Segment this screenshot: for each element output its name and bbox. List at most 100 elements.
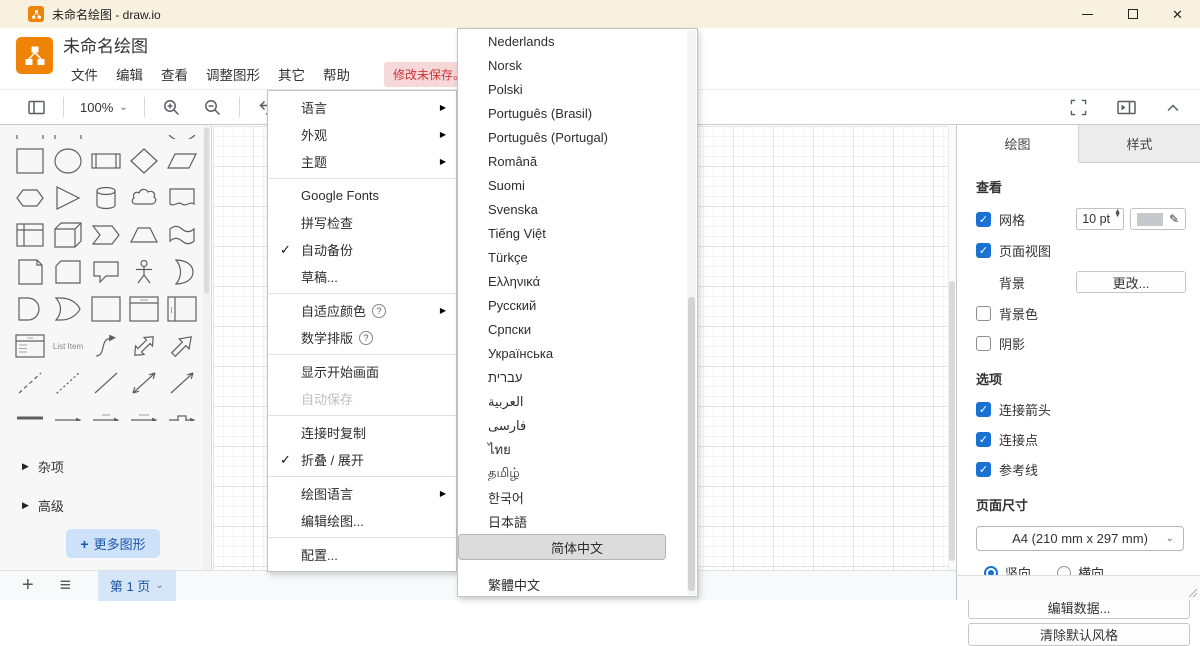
toggle-format-panel-button[interactable] xyxy=(1111,100,1142,115)
shape-frame[interactable] xyxy=(127,294,161,324)
menu-item-drafts[interactable]: 草稿... xyxy=(268,263,456,290)
shape-bidirectional-arrow[interactable] xyxy=(127,331,161,361)
language-item[interactable]: Suomi xyxy=(458,173,697,197)
shape-clipped[interactable] xyxy=(51,126,85,139)
shape-cloud[interactable] xyxy=(127,183,161,213)
option-checkbox[interactable]: ✓ xyxy=(976,462,991,477)
menu-item-adaptive-colors[interactable]: 自适应颜色?▶ xyxy=(268,297,456,324)
shape-curve[interactable] xyxy=(89,331,123,361)
language-item[interactable]: 简体中文 xyxy=(458,534,666,560)
language-item[interactable]: Norsk xyxy=(458,53,697,77)
shape-circle[interactable] xyxy=(51,146,85,176)
tab-diagram[interactable]: 绘图 xyxy=(957,125,1079,163)
stepper-icon[interactable]: ▲▼ xyxy=(1114,210,1121,218)
submenu-scrollbar[interactable] xyxy=(687,30,696,595)
menu-file[interactable]: 文件 xyxy=(71,64,98,84)
menu-arrange[interactable]: 调整图形 xyxy=(206,64,260,84)
zoom-select[interactable]: 100% ⌄ xyxy=(76,100,132,115)
shape-arrow-label[interactable] xyxy=(89,405,123,421)
palette-scrollbar[interactable] xyxy=(203,125,210,570)
menu-item-autosave[interactable]: 自动保存 xyxy=(268,385,456,412)
menu-item-theme[interactable]: 主题▶ xyxy=(268,148,456,175)
shape-parallelogram[interactable] xyxy=(165,146,199,176)
option-checkbox[interactable]: ✓ xyxy=(976,402,991,417)
language-item[interactable]: தமிழ் xyxy=(458,462,697,486)
collapse-toolbar-button[interactable] xyxy=(1160,103,1186,112)
scrollbar-thumb[interactable] xyxy=(949,281,955,561)
shape-trapezoid[interactable] xyxy=(127,220,161,250)
shape-dashed-line[interactable] xyxy=(13,368,47,398)
grid-checkbox[interactable]: ✓ xyxy=(976,212,991,227)
resize-grip-icon[interactable] xyxy=(1186,586,1198,598)
menu-view[interactable]: 查看 xyxy=(161,64,188,84)
shape-bidirectional-connector[interactable] xyxy=(127,368,161,398)
menu-item-spellcheck[interactable]: 拼写检查 xyxy=(268,209,456,236)
shape-document[interactable] xyxy=(165,183,199,213)
palette-section-advanced[interactable]: ▶ 高级 xyxy=(22,496,211,515)
shadow-checkbox[interactable] xyxy=(976,336,991,351)
fullscreen-button[interactable] xyxy=(1064,99,1093,116)
language-item[interactable]: 日本語 xyxy=(458,510,697,534)
shape-clipped[interactable] xyxy=(165,126,199,139)
shape-cylinder[interactable] xyxy=(89,183,123,213)
add-page-button[interactable]: + xyxy=(22,574,34,597)
menu-edit[interactable]: 编辑 xyxy=(116,64,143,84)
shape-container[interactable] xyxy=(89,294,123,324)
menu-item-copy-on-connect[interactable]: 连接时复制 xyxy=(268,419,456,446)
language-item[interactable]: فارسی xyxy=(458,414,697,438)
language-item[interactable]: עברית xyxy=(458,366,697,390)
shape-vertical-container[interactable] xyxy=(165,294,199,324)
shape-hexagon[interactable] xyxy=(13,183,47,213)
pages-menu-icon[interactable]: ≡ xyxy=(60,575,70,597)
language-item[interactable]: Português (Portugal) xyxy=(458,125,697,149)
shape-clipped[interactable] xyxy=(13,126,47,139)
menu-item-google-fonts[interactable]: Google Fonts xyxy=(268,182,456,209)
menu-item-diagram-language[interactable]: 绘图语言▶ xyxy=(268,480,456,507)
menu-item-math-typesetting[interactable]: 数学排版? xyxy=(268,324,456,351)
shape-callout[interactable] xyxy=(89,257,123,287)
shape-process[interactable] xyxy=(89,146,123,176)
language-item[interactable]: Українська xyxy=(458,342,697,366)
shape-list-item[interactable]: List Item xyxy=(51,331,85,361)
shape-card[interactable] xyxy=(51,257,85,287)
scrollbar-thumb[interactable] xyxy=(204,128,209,293)
language-item[interactable]: Ελληνικά xyxy=(458,269,697,293)
menu-item-auto-backup[interactable]: ✓自动备份 xyxy=(268,236,456,263)
shape-list[interactable] xyxy=(13,331,47,361)
shape-and[interactable] xyxy=(13,294,47,324)
language-item[interactable]: ไทย xyxy=(458,438,697,462)
shape-tape[interactable] xyxy=(165,220,199,250)
clear-default-style-button[interactable]: 清除默认风格 xyxy=(968,623,1190,646)
shape-square[interactable] xyxy=(13,146,47,176)
language-item[interactable]: Română xyxy=(458,149,697,173)
zoom-in-button[interactable] xyxy=(157,99,186,116)
language-item[interactable]: Nederlands xyxy=(458,29,697,53)
menu-item-collapse-expand[interactable]: ✓折叠 / 展开 xyxy=(268,446,456,473)
language-item[interactable]: Српски xyxy=(458,318,697,342)
menu-item-appearance[interactable]: 外观▶ xyxy=(268,121,456,148)
language-item[interactable]: Polski xyxy=(458,77,697,101)
language-item[interactable]: Svenska xyxy=(458,197,697,221)
menu-item-show-start-screen[interactable]: 显示开始画面 xyxy=(268,358,456,385)
grid-color-button[interactable]: ✎ xyxy=(1130,208,1186,230)
shape-internal-storage[interactable] xyxy=(13,220,47,250)
language-item[interactable]: 繁體中文 xyxy=(458,572,697,596)
language-item[interactable]: Português (Brasil) xyxy=(458,101,697,125)
shape-line[interactable] xyxy=(89,368,123,398)
shape-directional-connector[interactable] xyxy=(165,368,199,398)
shape-dotted-line[interactable] xyxy=(51,368,85,398)
document-title[interactable]: 未命名绘图 xyxy=(63,32,148,57)
shape-arrow-box[interactable] xyxy=(165,405,199,421)
maximize-button[interactable] xyxy=(1110,0,1155,28)
shape-or-gate[interactable] xyxy=(51,294,85,324)
grid-size-input[interactable]: 10 pt ▲▼ xyxy=(1076,208,1124,230)
more-shapes-button[interactable]: + 更多图形 xyxy=(66,529,160,558)
menu-extras[interactable]: 其它 xyxy=(278,64,305,84)
page-view-checkbox[interactable]: ✓ xyxy=(976,243,991,258)
shape-triangle[interactable] xyxy=(51,183,85,213)
shape-arrow-label-2[interactable] xyxy=(127,405,161,421)
shape-cube[interactable] xyxy=(51,220,85,250)
page-tab[interactable]: 第 1 页 ⌄ xyxy=(98,571,176,601)
change-background-button[interactable]: 更改... xyxy=(1076,271,1186,293)
shape-actor[interactable] xyxy=(127,257,161,287)
